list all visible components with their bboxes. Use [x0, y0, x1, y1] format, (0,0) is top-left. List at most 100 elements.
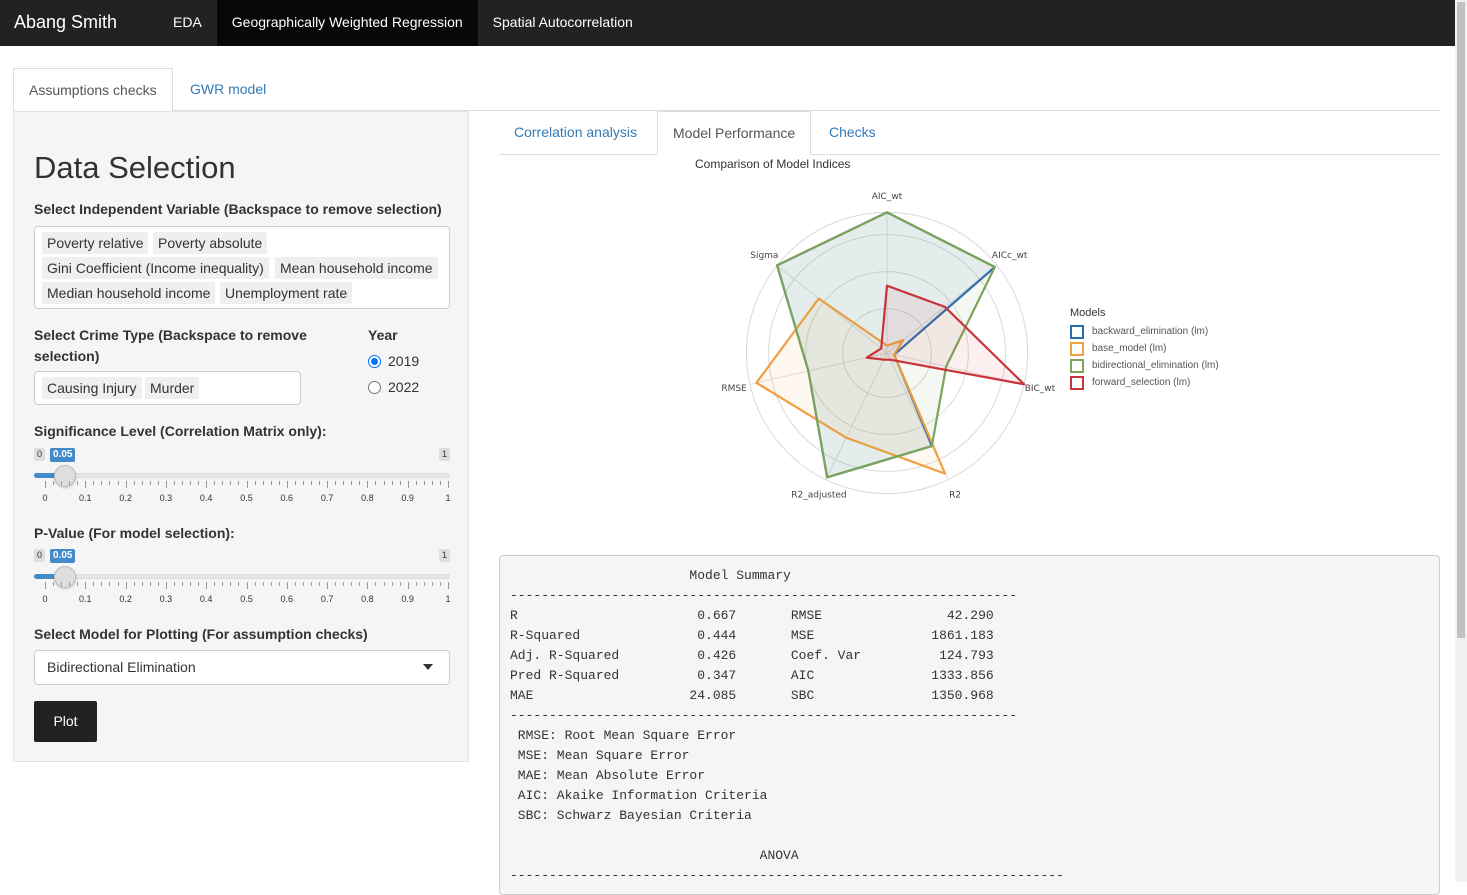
- outer-tab-bar: Assumptions checks GWR model: [13, 68, 1440, 112]
- selected-item[interactable]: Gini Coefficient (Income inequality): [42, 257, 269, 279]
- slider-tick-label: 0.7: [320, 493, 334, 503]
- selected-item[interactable]: Mean household income: [275, 257, 438, 279]
- tab-assumptions-checks[interactable]: Assumptions checks: [13, 68, 173, 112]
- significance-slider[interactable]: 0 1 0.05 0 0.1 0.2 0.3 0.4 0.5 0.6 0.7 0.8 0.9 1: [34, 448, 451, 508]
- model-select-dropdown[interactable]: Bidirectional Elimination: [34, 650, 450, 685]
- selected-item[interactable]: Murder: [145, 377, 200, 399]
- dropdown-selected-value: Bidirectional Elimination: [47, 659, 196, 675]
- slider-tick: [254, 582, 256, 586]
- scrollbar-thumb[interactable]: [1457, 2, 1465, 638]
- slider-tick: [53, 481, 55, 485]
- slider-tick: [423, 582, 425, 586]
- slider-tick: [85, 582, 87, 589]
- summary-line: MAE: Mean Absolute Error: [510, 768, 706, 783]
- p-value-slider[interactable]: 0 1 0.05 0 0.1 0.2 0.3 0.4 0.5 0.6 0.7 0.8 0.9 1: [34, 549, 451, 609]
- slider-tick: [109, 582, 111, 586]
- slider-tick-label: 0.7: [320, 594, 334, 604]
- slider-tick-label: 0.4: [199, 493, 213, 503]
- tab-model-performance[interactable]: Model Performance: [657, 111, 812, 155]
- legend-item: bidirectional_elimination (lm): [1070, 357, 1219, 374]
- slider-handle[interactable]: [54, 566, 77, 588]
- slider-tick: [439, 582, 441, 586]
- selected-item[interactable]: Poverty relative: [42, 232, 149, 254]
- tab-correlation-analysis[interactable]: Correlation analysis: [499, 111, 652, 154]
- selected-item[interactable]: Unemployment rate: [220, 282, 353, 304]
- slider-tick: [93, 582, 95, 586]
- slider-tick: [343, 582, 345, 586]
- crime-type-label-line1: Select Crime Type (Backspace to remove: [34, 327, 307, 343]
- slider-tick: [173, 582, 175, 586]
- legend-label: backward_elimination (lm): [1092, 326, 1209, 337]
- tab-gwr-model[interactable]: GWR model: [175, 68, 281, 111]
- slider-tick: [302, 582, 304, 586]
- radio-button[interactable]: [368, 380, 381, 394]
- crime-type-select[interactable]: Causing Injury Murder: [34, 371, 301, 405]
- slider-tick: [431, 481, 433, 485]
- year-radio-2019[interactable]: 2019: [368, 353, 419, 369]
- slider-tick: [133, 481, 135, 485]
- legend-swatch: [1070, 341, 1084, 356]
- slider-min-label: 0: [34, 448, 46, 461]
- selected-item[interactable]: Poverty absolute: [153, 232, 268, 254]
- slider-tick-label: 0.9: [401, 493, 414, 503]
- independent-variable-select[interactable]: Poverty relative Poverty absolute Gini C…: [34, 226, 450, 309]
- nav-item-eda[interactable]: EDA: [158, 0, 217, 46]
- sidebar-panel: Data Selection Select Independent Variab…: [13, 111, 469, 762]
- legend-label: bidirectional_elimination (lm): [1092, 360, 1219, 371]
- slider-tick-label: 1: [445, 493, 451, 503]
- app-brand[interactable]: Abang Smith: [0, 0, 158, 46]
- slider-tick: [45, 582, 46, 589]
- slider-handle[interactable]: [54, 465, 77, 487]
- slider-tick: [262, 582, 264, 586]
- slider-tick: [319, 481, 321, 485]
- slider-tick: [101, 582, 103, 586]
- radio-button[interactable]: [368, 354, 381, 368]
- slider-tick: [198, 582, 200, 586]
- slider-tick: [399, 481, 401, 485]
- slider-tick: [157, 481, 159, 485]
- slider-tick: [294, 582, 296, 586]
- summary-line: SBC: Schwarz Bayesian Criteria: [510, 808, 752, 823]
- slider-tick: [375, 481, 377, 485]
- slider-tick: [206, 481, 208, 488]
- tab-checks[interactable]: Checks: [814, 111, 891, 154]
- year-radio-2022[interactable]: 2022: [368, 379, 419, 395]
- slider-tick: [93, 481, 95, 485]
- model-plot-label: Select Model for Plotting (For assumptio…: [34, 626, 368, 642]
- slider-tick: [431, 582, 433, 586]
- slider-tick-label: 0.4: [199, 594, 213, 604]
- selected-item[interactable]: Median household income: [42, 282, 216, 304]
- slider-tick: [53, 582, 55, 586]
- slider-track[interactable]: [34, 473, 450, 478]
- slider-track[interactable]: [34, 574, 450, 579]
- slider-value-label: 0.05: [50, 549, 76, 563]
- slider-tick: [383, 582, 385, 586]
- slider-tick: [262, 481, 264, 485]
- slider-tick: [190, 582, 192, 586]
- slider-tick: [101, 481, 103, 485]
- page-scrollbar[interactable]: [1455, 0, 1467, 882]
- summary-line: AIC: Akaike Information Criteria: [510, 788, 768, 803]
- slider-tick: [246, 481, 248, 488]
- selected-item[interactable]: Causing Injury: [42, 377, 142, 399]
- slider-tick: [133, 582, 135, 586]
- slider-tick-label: 0: [42, 493, 48, 503]
- top-navbar: Abang Smith EDA Geographically Weighted …: [0, 0, 1455, 46]
- slider-tick: [109, 481, 111, 485]
- slider-tick: [319, 582, 321, 586]
- legend-item: base_model (lm): [1070, 340, 1219, 357]
- slider-tick: [77, 481, 79, 485]
- slider-tick: [278, 481, 280, 485]
- slider-tick: [77, 582, 79, 586]
- nav-item-gwr[interactable]: Geographically Weighted Regression: [216, 0, 478, 46]
- summary-line: R-Squared 0.444 MSE 1861.183: [510, 628, 994, 643]
- nav-item-spatial-autocorrelation[interactable]: Spatial Autocorrelation: [478, 0, 648, 46]
- slider-tick: [69, 582, 71, 586]
- radar-axis-label: R2: [949, 490, 961, 500]
- slider-tick: [254, 481, 256, 485]
- radar-axis-label: BIC_wt: [1025, 384, 1056, 394]
- slider-tick: [327, 582, 329, 589]
- slider-tick: [383, 481, 385, 485]
- plot-button[interactable]: Plot: [34, 701, 97, 742]
- summary-line: Model Summary: [510, 568, 791, 583]
